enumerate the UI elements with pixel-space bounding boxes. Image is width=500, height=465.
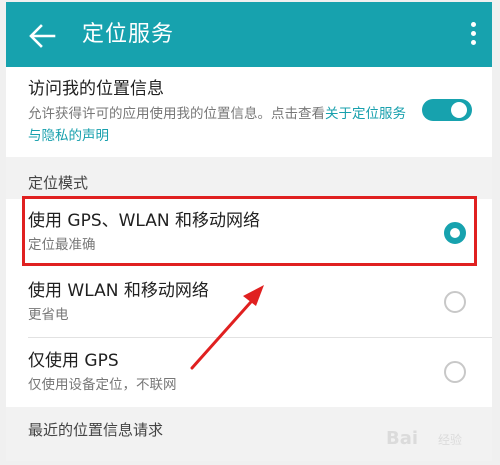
more-vertical-icon[interactable] [468, 22, 478, 50]
mode-option-label: 仅使用 GPS [28, 351, 119, 371]
screen-frame: 定位服务 访问我的位置信息 允许获得许可的应用使用我的位置信息。点击查看关于定位… [0, 0, 500, 465]
mode-section-header: 定位模式 [6, 157, 492, 199]
divider [28, 337, 492, 338]
watermark-text: Bai [386, 428, 419, 449]
mode-option-battery-saving[interactable]: 使用 WLAN 和移动网络 更省电 [6, 269, 492, 339]
app-bar: 定位服务 [6, 2, 492, 67]
mode-option-device-only[interactable]: 仅使用 GPS 仅使用设备定位，不联网 [6, 339, 492, 407]
access-location-description: 允许获得许可的应用使用我的位置信息。点击查看关于定位服务与隐私的声明 [28, 103, 408, 147]
radio-selected-icon[interactable] [444, 222, 466, 244]
radio-unselected-icon[interactable] [444, 291, 466, 313]
baidu-watermark-logo: Bai 经验 [386, 422, 486, 456]
access-location-label: 访问我的位置信息 [28, 79, 164, 99]
radio-unselected-icon[interactable] [444, 361, 466, 383]
arrow-left-icon[interactable] [28, 22, 56, 50]
watermark-subtext: 经验 [438, 433, 463, 447]
mode-option-label: 使用 GPS、WLAN 和移动网络 [28, 211, 261, 231]
mode-option-high-accuracy[interactable]: 使用 GPS、WLAN 和移动网络 定位最准确 [6, 199, 492, 269]
page-title: 定位服务 [82, 22, 175, 47]
mode-option-sublabel: 仅使用设备定位，不联网 [28, 377, 177, 393]
toggle-thumb [451, 102, 467, 118]
access-description-text: 允许获得许可的应用使用我的位置信息。点击查看 [28, 106, 325, 122]
access-location-row[interactable]: 访问我的位置信息 允许获得许可的应用使用我的位置信息。点击查看关于定位服务与隐私… [6, 69, 492, 155]
mode-option-sublabel: 更省电 [28, 307, 69, 323]
mode-option-sublabel: 定位最准确 [28, 237, 96, 253]
mode-option-label: 使用 WLAN 和移动网络 [28, 281, 209, 301]
location-access-toggle[interactable] [422, 97, 472, 121]
